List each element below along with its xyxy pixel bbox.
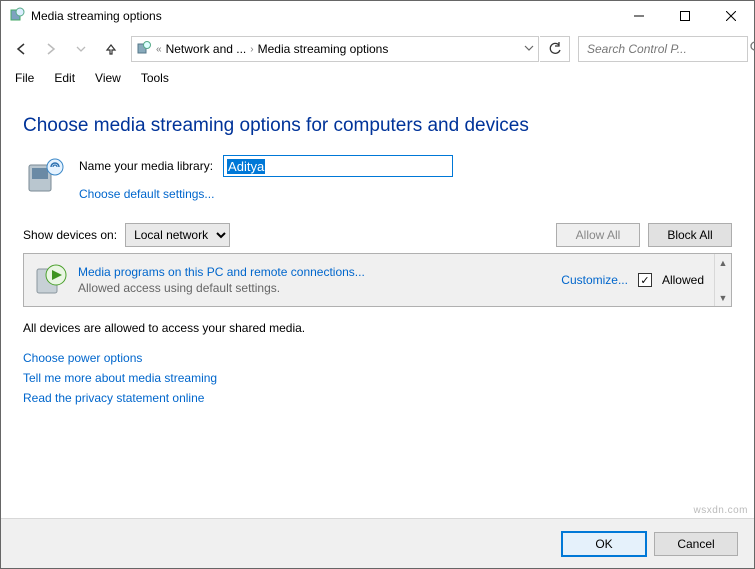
content-area: Choose media streaming options for compu… xyxy=(1,89,754,518)
refresh-button[interactable] xyxy=(540,36,570,62)
cancel-button[interactable]: Cancel xyxy=(654,532,738,556)
search-input[interactable] xyxy=(585,41,744,57)
app-icon xyxy=(9,7,25,26)
chevron-right-icon: › xyxy=(250,44,253,55)
menu-file[interactable]: File xyxy=(7,69,42,87)
device-row[interactable]: Media programs on this PC and remote con… xyxy=(24,254,714,306)
scrollbar[interactable]: ▲ ▼ xyxy=(714,254,731,306)
power-options-link[interactable]: Choose power options xyxy=(23,351,732,365)
breadcrumb-network[interactable]: Network and ... xyxy=(166,42,247,56)
menu-tools[interactable]: Tools xyxy=(133,69,177,87)
address-bar[interactable]: « Network and ... › Media streaming opti… xyxy=(131,36,539,62)
device-list: Media programs on this PC and remote con… xyxy=(23,253,732,307)
chevron-left-icon: « xyxy=(156,44,162,55)
scroll-up-button[interactable]: ▲ xyxy=(715,254,731,271)
library-name-value: Aditya xyxy=(227,159,265,174)
privacy-link[interactable]: Read the privacy statement online xyxy=(23,391,732,405)
address-history-dropdown[interactable] xyxy=(524,43,534,56)
address-icon xyxy=(136,40,152,59)
search-box[interactable] xyxy=(578,36,748,62)
minimize-button[interactable] xyxy=(616,1,662,31)
window-title: Media streaming options xyxy=(31,9,162,23)
show-devices-dropdown[interactable]: Local network xyxy=(125,223,230,247)
show-devices-label: Show devices on: xyxy=(23,228,117,242)
summary-text: All devices are allowed to access your s… xyxy=(23,321,732,335)
menu-edit[interactable]: Edit xyxy=(46,69,83,87)
recent-dropdown[interactable] xyxy=(67,35,95,63)
close-button[interactable] xyxy=(708,1,754,31)
navbar: « Network and ... › Media streaming opti… xyxy=(1,31,754,67)
library-icon xyxy=(23,155,65,197)
ok-button[interactable]: OK xyxy=(562,532,646,556)
device-subtitle: Allowed access using default settings. xyxy=(78,281,365,295)
breadcrumb-current[interactable]: Media streaming options xyxy=(258,42,389,56)
watermark: wsxdn.com xyxy=(693,505,748,516)
allow-all-button[interactable]: Allow All xyxy=(556,223,640,247)
titlebar: Media streaming options xyxy=(1,1,754,31)
allowed-checkbox[interactable]: ✓ xyxy=(638,273,652,287)
menubar: File Edit View Tools xyxy=(1,67,754,89)
footer: OK Cancel xyxy=(1,518,754,568)
device-title-link[interactable]: Media programs on this PC and remote con… xyxy=(78,265,365,279)
search-icon[interactable] xyxy=(750,41,755,57)
maximize-button[interactable] xyxy=(662,1,708,31)
library-name-label: Name your media library: xyxy=(79,159,213,173)
back-button[interactable] xyxy=(7,35,35,63)
more-info-link[interactable]: Tell me more about media streaming xyxy=(23,371,732,385)
library-name-input[interactable]: Aditya xyxy=(223,155,453,177)
block-all-button[interactable]: Block All xyxy=(648,223,732,247)
up-button[interactable] xyxy=(97,35,125,63)
scroll-down-button[interactable]: ▼ xyxy=(715,289,731,306)
device-icon xyxy=(34,263,68,297)
forward-button[interactable] xyxy=(37,35,65,63)
choose-default-settings-link[interactable]: Choose default settings... xyxy=(79,187,453,201)
menu-view[interactable]: View xyxy=(87,69,129,87)
customize-link[interactable]: Customize... xyxy=(561,273,628,287)
allowed-label: Allowed xyxy=(662,273,704,287)
page-heading: Choose media streaming options for compu… xyxy=(23,115,732,137)
